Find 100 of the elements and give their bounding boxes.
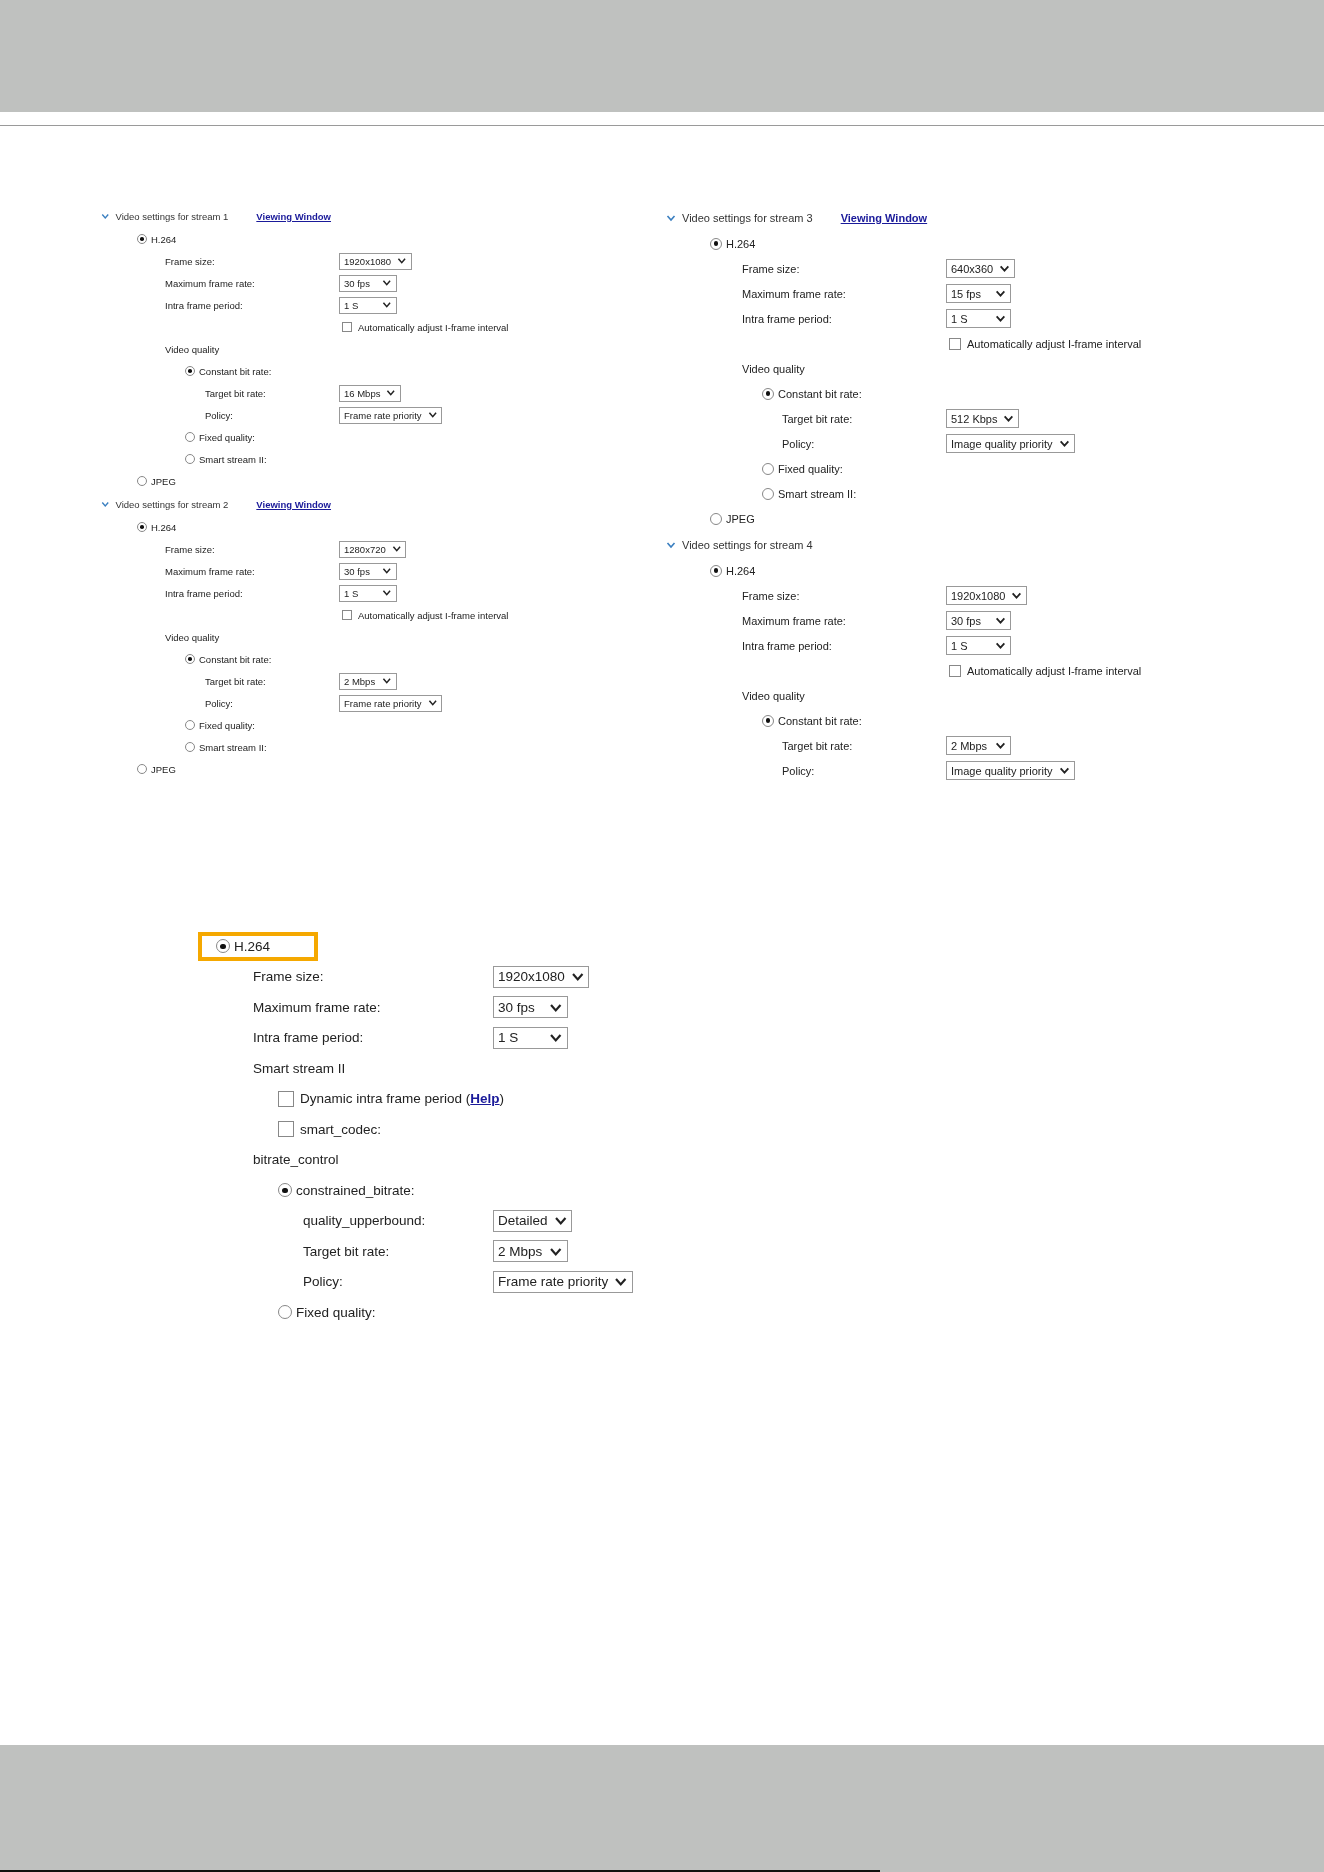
radio-option[interactable]: Smart stream II: [762, 487, 857, 500]
dropdown[interactable]: 512 Kbps [946, 409, 1020, 428]
chevron-down-icon [994, 288, 1006, 299]
chevron-down-icon [382, 300, 392, 310]
section-title[interactable]: Video settings for stream 4 [682, 538, 813, 551]
chevron-down-icon [999, 263, 1011, 274]
chevron-down-icon [1003, 413, 1015, 424]
field-label: Maximum frame rate: [165, 565, 255, 577]
radio-option[interactable]: Fixed quality: [762, 462, 843, 475]
dropdown[interactable]: 1 S [339, 296, 397, 314]
chevron-down-icon [427, 410, 438, 420]
dropdown[interactable]: Image quality priority [946, 761, 1075, 780]
section-label: Video quality [742, 689, 805, 702]
radio-option[interactable]: JPEG [710, 512, 755, 525]
checkbox[interactable] [949, 664, 961, 677]
dropdown[interactable]: 30 fps [339, 274, 397, 292]
section-title[interactable]: Video settings for stream 2 [115, 498, 229, 510]
checkbox[interactable] [278, 1090, 294, 1107]
help-link[interactable]: Help [470, 1091, 500, 1107]
dropdown[interactable]: 30 fps [339, 562, 397, 580]
checkbox-label: Automatically adjust I-frame interval [358, 609, 509, 621]
dropdown[interactable]: 30 fps [946, 611, 1011, 630]
dropdown[interactable]: 1 S [493, 1026, 568, 1049]
dropdown[interactable]: Frame rate priority [493, 1270, 633, 1293]
section-title[interactable]: Video settings for stream 3 [682, 211, 813, 224]
chevron-down-icon [1058, 765, 1070, 776]
chevron-down-icon [427, 698, 438, 708]
field-label: Maximum frame rate: [165, 277, 255, 289]
chevron-down-icon [391, 544, 402, 554]
field-label: Policy: [782, 764, 815, 777]
radio-option[interactable]: JPEG [137, 763, 176, 775]
radio-option[interactable]: Constant bit rate: [185, 365, 272, 377]
dropdown[interactable]: 1920x1080 [339, 252, 412, 270]
radio-option[interactable]: Constant bit rate: [762, 387, 862, 400]
dropdown[interactable]: 15 fps [946, 284, 1011, 303]
checkbox[interactable] [342, 322, 352, 332]
dropdown[interactable]: 1 S [339, 584, 397, 602]
checkbox[interactable] [342, 610, 352, 620]
field-label: Maximum frame rate: [742, 614, 846, 627]
field-label: Maximum frame rate: [742, 287, 846, 300]
viewing-window-link[interactable]: Viewing Window [256, 210, 331, 222]
radio-option[interactable]: Constant bit rate: [185, 653, 272, 665]
dropdown[interactable]: Image quality priority [946, 434, 1075, 453]
dropdown[interactable]: 16 Mbps [339, 384, 401, 402]
field-label: Target bit rate: [782, 739, 853, 752]
radio-option[interactable]: H.264 [710, 237, 756, 250]
chevron-down-icon [386, 388, 396, 398]
radio-option[interactable]: Fixed quality: [185, 431, 255, 443]
checkbox-label: Dynamic intra frame period (Help) [300, 1091, 505, 1107]
field-label: Intra frame period: [742, 312, 832, 325]
dropdown[interactable]: 30 fps [493, 996, 568, 1019]
chevron-down-icon [382, 588, 392, 598]
chevron-down-icon [382, 676, 392, 686]
radio-option[interactable]: Fixed quality: [185, 719, 255, 731]
field-label: Intra frame period: [742, 639, 832, 652]
radio-option[interactable]: Fixed quality: [278, 1304, 376, 1320]
section-label: Smart stream II [253, 1060, 346, 1076]
radio-option[interactable]: JPEG [137, 475, 176, 487]
viewing-window-link[interactable]: Viewing Window [840, 211, 928, 224]
radio-option[interactable]: H.264 [137, 521, 177, 533]
radio-option[interactable]: Smart stream II: [185, 453, 267, 465]
checkbox[interactable] [949, 337, 961, 350]
field-label: Policy: [205, 409, 233, 421]
field-label: Frame size: [253, 969, 324, 985]
field-label: Intra frame period: [253, 1030, 364, 1046]
dropdown[interactable]: 2 Mbps [946, 736, 1011, 755]
radio-option[interactable]: Smart stream II: [185, 741, 267, 753]
dropdown[interactable]: Detailed [493, 1209, 573, 1232]
section-title[interactable]: Video settings for stream 1 [115, 210, 229, 222]
dropdown[interactable]: 1 S [946, 309, 1011, 328]
field-label: Target bit rate: [782, 412, 853, 425]
dropdown[interactable]: Frame rate priority [339, 694, 443, 712]
chevron-down-icon [994, 615, 1006, 626]
dropdown[interactable]: Frame rate priority [339, 406, 443, 424]
viewing-window-link[interactable]: Viewing Window [256, 498, 331, 510]
dropdown[interactable]: 2 Mbps [493, 1240, 568, 1263]
chevron-down-icon [994, 313, 1006, 324]
checkbox[interactable] [278, 1121, 294, 1138]
dropdown[interactable]: 1280x720 [339, 540, 407, 558]
radio-option[interactable]: H.264 [710, 564, 756, 577]
radio-option[interactable]: constrained_bitrate: [278, 1182, 415, 1198]
field-label: Frame size: [165, 255, 215, 267]
chevron-down-icon [397, 256, 407, 266]
chevron-down-icon [101, 499, 110, 509]
section-label: Video quality [742, 362, 805, 375]
chevron-down-icon [382, 566, 392, 576]
dropdown[interactable]: 640x360 [946, 259, 1016, 278]
field-label: Intra frame period: [165, 587, 243, 599]
dropdown[interactable]: 1920x1080 [946, 586, 1028, 605]
checkbox-label: Automatically adjust I-frame interval [967, 664, 1142, 677]
dropdown[interactable]: 2 Mbps [339, 672, 397, 690]
checkbox-label: Automatically adjust I-frame interval [967, 337, 1142, 350]
radio-option[interactable]: H.264 [216, 938, 271, 954]
field-label: Policy: [303, 1274, 343, 1290]
radio-option[interactable]: H.264 [137, 233, 177, 245]
dropdown[interactable]: 1 S [946, 636, 1011, 655]
dropdown[interactable]: 1920x1080 [493, 965, 590, 988]
field-label: Target bit rate: [205, 675, 266, 687]
radio-option[interactable]: Constant bit rate: [762, 714, 862, 727]
field-label: Frame size: [165, 543, 215, 555]
